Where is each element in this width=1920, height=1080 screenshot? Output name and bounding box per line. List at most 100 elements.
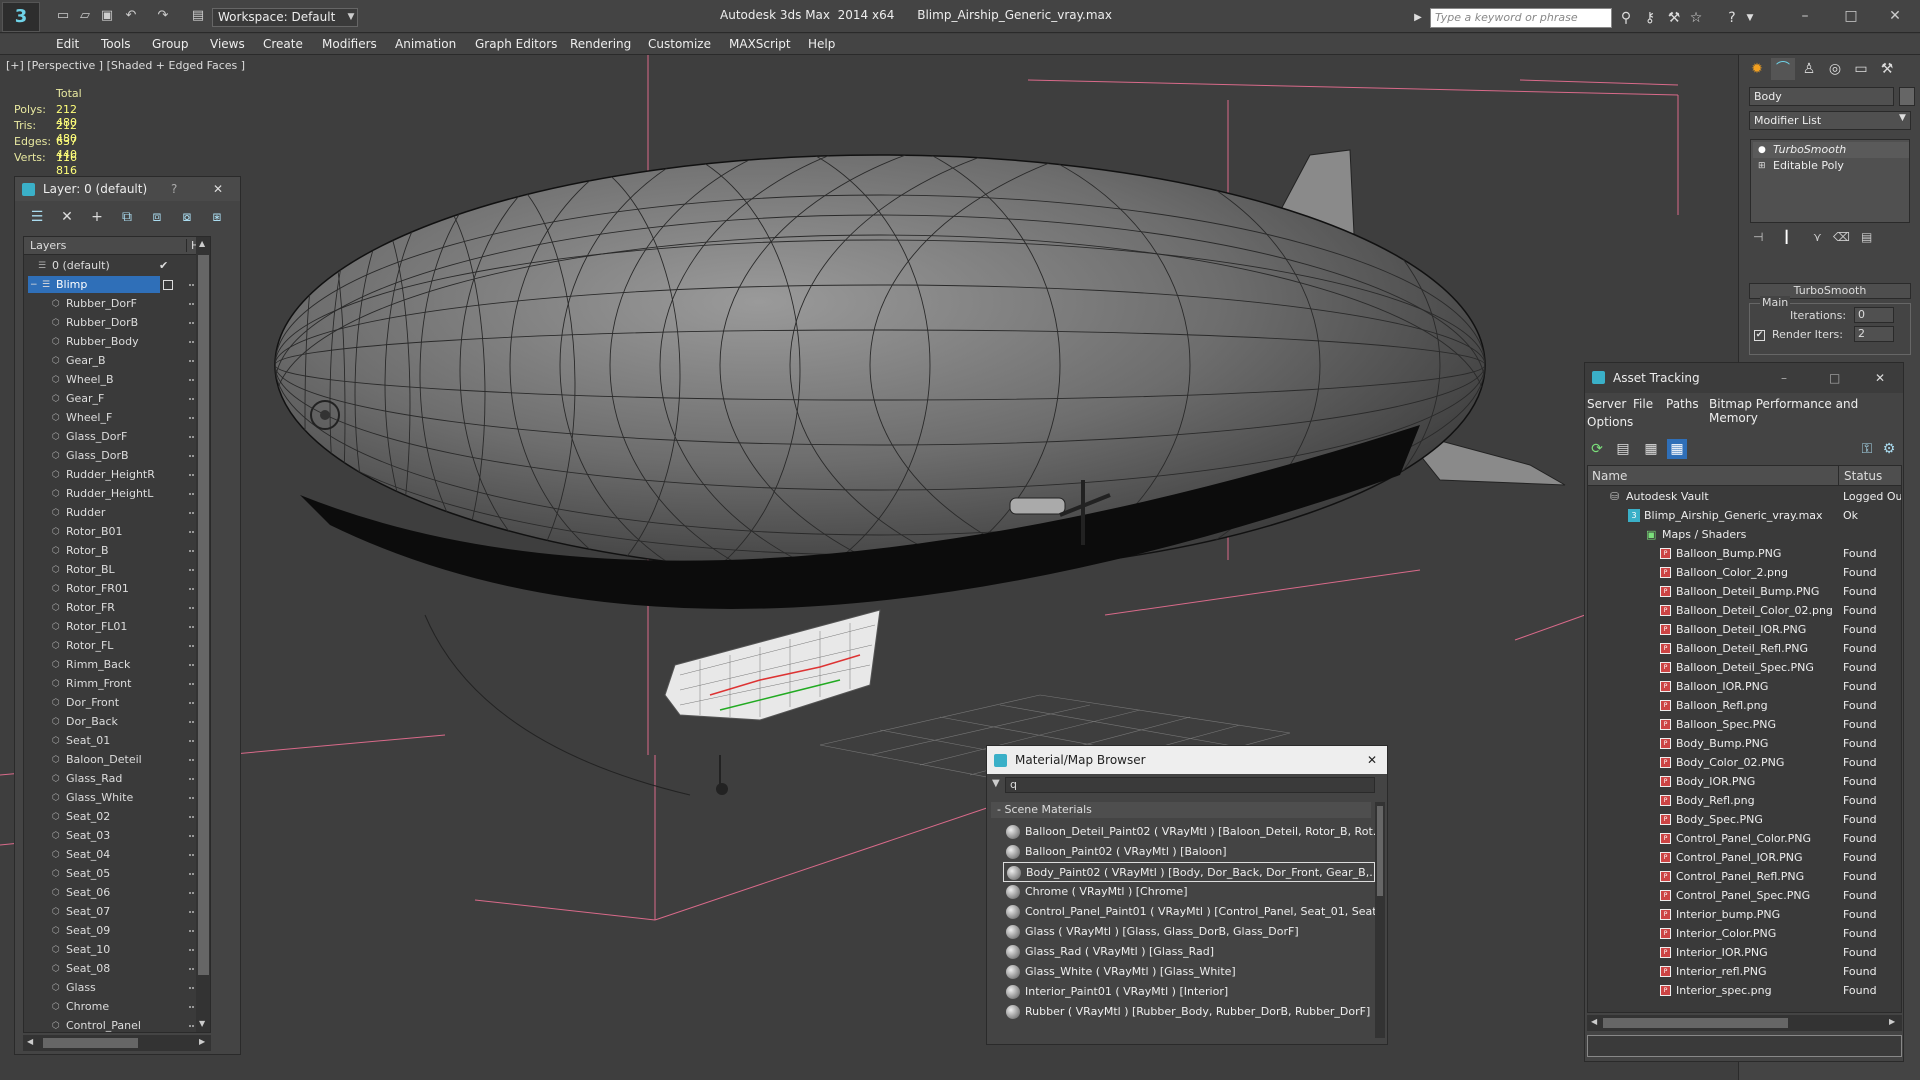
layer-object-row[interactable]: ⬡ Rudder (24, 503, 210, 522)
configure-sets-icon[interactable]: ▤ (1861, 230, 1872, 244)
scroll-left-icon[interactable]: ◀ (27, 1037, 33, 1046)
hide-checkbox[interactable] (163, 280, 173, 290)
layer-object-row[interactable]: ⬡ Seat_06 (24, 883, 210, 902)
layer-object-row[interactable]: ⬡ Rotor_FR01 (24, 579, 210, 598)
col-name[interactable]: Name (1592, 466, 1627, 486)
minimize-icon[interactable]: – (1790, 6, 1820, 26)
subscription-icon[interactable]: ⚒ (1664, 8, 1684, 28)
tree-view-icon[interactable]: ▦ (1641, 439, 1661, 459)
table-row[interactable]: P Control_Panel_IOR.PNG Found (1588, 848, 1901, 867)
table-row[interactable]: P Body_Bump.PNG Found (1588, 734, 1901, 753)
table-row[interactable]: P Interior_spec.png Found (1588, 981, 1901, 1000)
menu-rendering[interactable]: Rendering (570, 34, 631, 55)
new-layer-icon[interactable]: ☰ (27, 207, 47, 227)
layer-object-row[interactable]: ⬡ Dor_Front (24, 693, 210, 712)
chevron-down-icon[interactable]: ▼ (344, 8, 358, 27)
add-to-layer-icon[interactable]: + (87, 207, 107, 227)
show-end-result-icon[interactable]: ┃ (1783, 230, 1790, 244)
table-view-icon[interactable]: ▦ (1667, 439, 1687, 459)
menu-views[interactable]: Views (210, 34, 245, 55)
render-iters-checkbox[interactable]: ✔ (1754, 330, 1765, 341)
pin-stack-icon[interactable]: ⊣ (1753, 230, 1763, 244)
set-current-layer-icon[interactable]: ⧇ (177, 207, 197, 227)
layer-row-default[interactable]: ☰ 0 (default) ✔ (24, 256, 210, 275)
table-row[interactable]: P Balloon_Deteil_Spec.PNG Found (1588, 658, 1901, 677)
asset-hscrollbar[interactable]: ◀ ▶ (1587, 1015, 1902, 1031)
key-icon[interactable]: ⚷ (1640, 8, 1660, 28)
layer-object-row[interactable]: ⬡ Gear_F (24, 389, 210, 408)
utilities-tab-icon[interactable]: ⚒ (1875, 58, 1899, 80)
list-view-icon[interactable]: ▤ (1613, 439, 1633, 459)
table-row[interactable]: P Body_Color_02.PNG Found (1588, 753, 1901, 772)
perspective-viewport[interactable]: [+] [Perspective ] [Shaded + Edged Faces… (0, 55, 1738, 1080)
layer-object-row[interactable]: ⬡ Glass_DorF (24, 427, 210, 446)
render-iters-spinner[interactable]: 2 (1854, 326, 1894, 342)
hscroll-thumb[interactable] (43, 1038, 138, 1048)
menu-customize[interactable]: Customize (648, 34, 711, 55)
hscroll-thumb[interactable] (1603, 1018, 1788, 1028)
modifier-list-dropdown[interactable]: Modifier List (1749, 111, 1911, 130)
maximize-icon[interactable]: □ (1836, 6, 1866, 26)
layer-object-row[interactable]: ⬡ Rudder_HeightL (24, 484, 210, 503)
minimize-icon[interactable]: – (1781, 363, 1787, 393)
layer-object-row[interactable]: ⬡ Seat_08 (24, 959, 210, 978)
table-row[interactable]: P Control_Panel_Refl.PNG Found (1588, 867, 1901, 886)
object-name-field[interactable]: Body (1749, 87, 1894, 106)
table-row-group[interactable]: ▣ Maps / Shaders (1588, 525, 1901, 544)
layer-object-row[interactable]: ⬡ Rubber_DorF (24, 294, 210, 313)
table-row[interactable]: P Interior_refl.PNG Found (1588, 962, 1901, 981)
scroll-right-icon[interactable]: ▶ (199, 1037, 205, 1046)
table-row[interactable]: P Body_IOR.PNG Found (1588, 772, 1901, 791)
layer-object-row[interactable]: ⬡ Seat_02 (24, 807, 210, 826)
viewport-label[interactable]: [+] [Perspective ] [Shaded + Edged Faces… (6, 59, 245, 72)
material-browser-title[interactable]: Material/Map Browser ✕ (987, 746, 1387, 774)
material-item[interactable]: Balloon_Deteil_Paint02 ( VRayMtl ) [Balo… (1003, 822, 1375, 842)
table-row-vault[interactable]: ⛁ Autodesk Vault Logged Ou (1588, 487, 1901, 506)
table-row[interactable]: P Balloon_Deteil_Color_02.png Found (1588, 601, 1901, 620)
object-color-swatch[interactable] (1899, 87, 1915, 106)
layer-object-row[interactable]: ⬡ Rudder_HeightR (24, 465, 210, 484)
menu-edit[interactable]: Edit (56, 34, 79, 55)
table-row[interactable]: P Body_Spec.PNG Found (1588, 810, 1901, 829)
material-item[interactable]: Glass_White ( VRayMtl ) [Glass_White] (1003, 962, 1375, 982)
material-item[interactable]: Body_Paint02 ( VRayMtl ) [Body, Dor_Back… (1003, 862, 1375, 882)
lightbulb-icon[interactable]: ● (1758, 142, 1766, 158)
layer-object-row[interactable]: ⬡ Seat_09 (24, 921, 210, 940)
close-icon[interactable]: ✕ (1367, 746, 1377, 774)
table-row[interactable]: P Balloon_Color_2.png Found (1588, 563, 1901, 582)
layer-object-row[interactable]: ⬡ Wheel_B (24, 370, 210, 389)
table-row[interactable]: P Balloon_Deteil_Refl.PNG Found (1588, 639, 1901, 658)
table-row[interactable]: P Control_Panel_Color.PNG Found (1588, 829, 1901, 848)
layer-object-row[interactable]: ⬡ Rotor_BL (24, 560, 210, 579)
layer-object-row[interactable]: ⬡ Rotor_B (24, 541, 210, 560)
material-item[interactable]: Chrome ( VRayMtl ) [Chrome] (1003, 882, 1375, 902)
close-icon[interactable]: ✕ (1875, 363, 1885, 393)
app-logo[interactable]: 3 (2, 2, 40, 32)
settings-icon[interactable]: ⚙ (1879, 439, 1899, 459)
layer-properties-icon[interactable]: ⧆ (207, 207, 227, 227)
col-status[interactable]: Status (1838, 466, 1882, 486)
scroll-down-icon[interactable]: ▼ (199, 1019, 205, 1028)
undo-icon[interactable]: ↶ (123, 8, 139, 24)
layer-object-row[interactable]: ⬡ Rotor_FL01 (24, 617, 210, 636)
menu-maxscript[interactable]: MAXScript (729, 34, 791, 55)
layer-scrollbar[interactable]: ▲ ▼ (196, 237, 210, 1032)
scene-materials-group[interactable]: - Scene Materials (991, 802, 1371, 818)
menu-modifiers[interactable]: Modifiers (322, 34, 377, 55)
layer-row-blimp[interactable]: − ☰ Blimp (24, 275, 210, 294)
layer-object-row[interactable]: ⬡ Seat_04 (24, 845, 210, 864)
new-icon[interactable]: ▭ (55, 8, 71, 24)
save-icon[interactable]: ▣ (99, 8, 115, 24)
expand-icon[interactable]: ⊞ (1758, 158, 1766, 174)
maximize-icon[interactable]: □ (1829, 363, 1840, 393)
modifier-turbosmooth[interactable]: ● TurboSmooth (1753, 142, 1909, 158)
layer-object-row[interactable]: ⬡ Glass_DorB (24, 446, 210, 465)
menu-tools[interactable]: Tools (101, 34, 131, 55)
layer-object-row[interactable]: ⬡ Rubber_DorB (24, 313, 210, 332)
material-scrollbar[interactable] (1375, 802, 1385, 1038)
layer-object-row[interactable]: ⬡ Glass_Rad (24, 769, 210, 788)
project-icon[interactable]: ▤ (190, 8, 206, 24)
layer-object-row[interactable]: ⬡ Rotor_FL (24, 636, 210, 655)
search-input[interactable]: Type a keyword or phrase (1430, 8, 1612, 28)
layer-object-row[interactable]: ⬡ Gear_B (24, 351, 210, 370)
